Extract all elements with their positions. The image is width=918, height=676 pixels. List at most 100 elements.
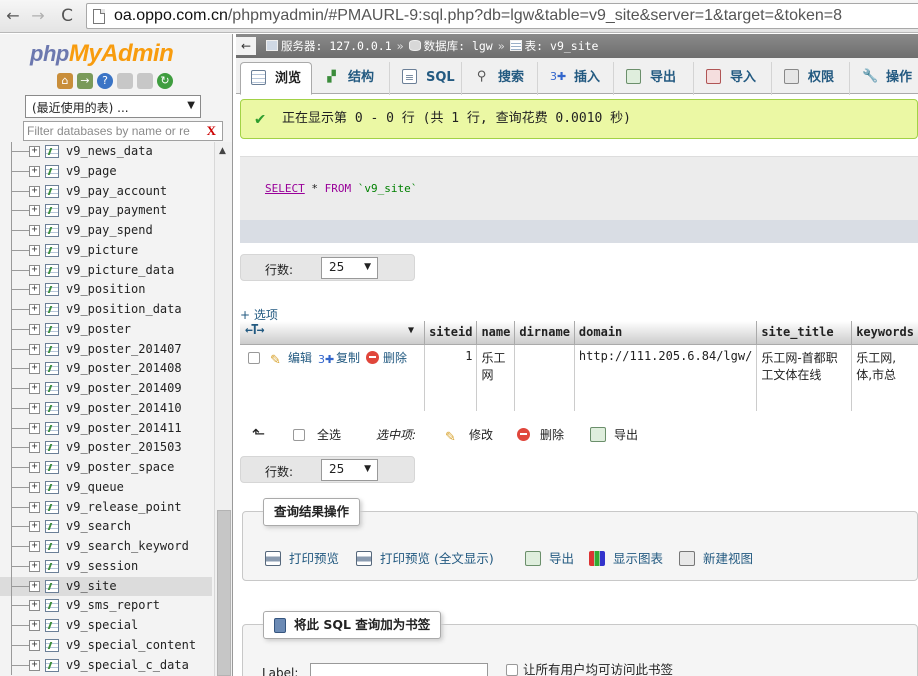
- tab-privileges[interactable]: 权限: [774, 62, 850, 95]
- sort-dropdown-icon[interactable]: ▼: [408, 325, 414, 336]
- expand-icon[interactable]: +: [29, 284, 40, 296]
- expand-icon[interactable]: +: [29, 146, 40, 157]
- table-icon[interactable]: [45, 500, 59, 514]
- check-all[interactable]: 全选: [293, 426, 341, 443]
- sidebar-table-name[interactable]: v9_special_c_data: [66, 658, 189, 672]
- breadcrumb-table[interactable]: 表: v9_site: [525, 39, 599, 53]
- edit-link[interactable]: 编辑: [288, 351, 312, 365]
- expand-icon[interactable]: +: [29, 165, 40, 177]
- sidebar-table-item[interactable]: + v9_poster_201411: [0, 418, 212, 439]
- table-icon[interactable]: [45, 342, 59, 356]
- sidebar-table-name[interactable]: v9_poster_201410: [66, 401, 182, 415]
- expand-icon[interactable]: +: [29, 481, 40, 493]
- cell-domain[interactable]: http://111.205.6.84/lgw/: [574, 344, 758, 411]
- sql-select-keyword[interactable]: SELECT: [265, 182, 305, 195]
- table-icon[interactable]: [45, 401, 59, 415]
- expand-icon[interactable]: +: [29, 185, 40, 197]
- sidebar-table-item[interactable]: + v9_position_data: [0, 300, 212, 320]
- table-icon[interactable]: [45, 204, 59, 218]
- copy-icon[interactable]: 3✚: [318, 353, 334, 367]
- home-icon[interactable]: ⌂: [57, 73, 73, 89]
- help-icon[interactable]: ?: [97, 73, 113, 89]
- sidebar-table-item[interactable]: + v9_poster_space: [0, 458, 212, 478]
- sidebar-table-name[interactable]: v9_search: [66, 519, 131, 533]
- expand-icon[interactable]: +: [29, 659, 40, 671]
- sidebar-table-item[interactable]: + v9_pay_payment: [0, 201, 212, 221]
- table-icon[interactable]: [45, 461, 59, 474]
- sidebar-table-name[interactable]: v9_sms_report: [66, 598, 160, 612]
- cell-name[interactable]: 乐工网: [476, 344, 516, 411]
- back-button[interactable]: ←: [2, 6, 24, 26]
- expand-icon[interactable]: +: [29, 639, 40, 651]
- expand-icon[interactable]: +: [29, 323, 40, 335]
- sidebar-table-name[interactable]: v9_poster_space: [66, 460, 174, 474]
- forward-button[interactable]: →: [27, 6, 49, 26]
- sidebar-table-item[interactable]: + v9_position: [0, 280, 212, 300]
- tab-browse[interactable]: 浏览: [240, 62, 312, 95]
- rows-select[interactable]: 25 ▼: [321, 459, 378, 481]
- table-icon[interactable]: [45, 322, 59, 336]
- table-icon[interactable]: [45, 638, 59, 652]
- sidebar-table-name[interactable]: v9_release_point: [66, 500, 182, 514]
- column-keywords[interactable]: keywords: [851, 321, 918, 345]
- table-icon[interactable]: [45, 480, 59, 494]
- table-icon[interactable]: [45, 599, 59, 613]
- table-icon[interactable]: [45, 243, 59, 257]
- expand-icon[interactable]: +: [29, 521, 40, 533]
- delete-link[interactable]: 删除: [383, 351, 407, 365]
- phpmyadmin-logo[interactable]: phpMyAdmin: [30, 40, 174, 68]
- sidebar-table-item[interactable]: + v9_poster_201407: [0, 339, 212, 360]
- table-icon[interactable]: [45, 362, 59, 376]
- sidebar-table-name[interactable]: v9_poster_201503: [66, 440, 182, 454]
- row-checkbox[interactable]: [248, 351, 260, 364]
- column-dirname[interactable]: dirname: [514, 321, 575, 345]
- sidebar-table-item[interactable]: + v9_sms_report: [0, 596, 212, 616]
- sidebar-table-item[interactable]: + v9_pay_account: [0, 181, 212, 202]
- scroll-thumb[interactable]: [217, 510, 231, 676]
- sidebar-table-name[interactable]: v9_special_content: [66, 638, 196, 652]
- table-icon[interactable]: [45, 283, 59, 297]
- sidebar-table-name[interactable]: v9_position_data: [66, 302, 182, 316]
- sidebar-table-name[interactable]: v9_position: [66, 282, 145, 296]
- sidebar-table-name[interactable]: v9_session: [66, 559, 138, 573]
- tab-search[interactable]: ⚲ 搜索: [464, 62, 538, 95]
- column-domain[interactable]: domain: [574, 321, 758, 345]
- clear-filter-icon[interactable]: X: [207, 123, 216, 139]
- scroll-up-icon[interactable]: ▲: [219, 146, 226, 156]
- table-icon[interactable]: [45, 145, 59, 158]
- copy-link[interactable]: 复制: [336, 351, 360, 365]
- address-bar[interactable]: oa.oppo.com.cn/phpmyadmin/#PMAURL-9:sql.…: [86, 3, 918, 29]
- logout-icon[interactable]: →: [77, 73, 93, 89]
- column-siteid[interactable]: siteid: [424, 321, 478, 345]
- table-icon[interactable]: [45, 520, 59, 534]
- pencil-icon[interactable]: ✎: [270, 353, 284, 368]
- sidebar-table-item[interactable]: + v9_special_c_data: [0, 655, 212, 676]
- sidebar-table-item[interactable]: + v9_picture_data: [0, 260, 212, 281]
- table-icon[interactable]: [45, 164, 59, 178]
- sidebar-table-item[interactable]: + v9_pay_spend: [0, 221, 212, 241]
- export-link[interactable]: 导出: [525, 548, 574, 567]
- print-view-full-link[interactable]: 打印预览 (全文显示): [356, 548, 494, 567]
- sidebar-table-name[interactable]: v9_poster_201407: [66, 342, 182, 356]
- expand-icon[interactable]: +: [29, 244, 40, 256]
- expand-icon[interactable]: +: [29, 620, 40, 631]
- reload-button[interactable]: C: [56, 6, 78, 26]
- sidebar-table-name[interactable]: v9_picture: [66, 243, 138, 257]
- table-icon[interactable]: [45, 184, 59, 198]
- rows-select[interactable]: 25 ▼: [321, 257, 378, 279]
- database-filter-input[interactable]: [24, 122, 202, 140]
- sidebar-table-item[interactable]: + v9_poster_201503: [0, 438, 212, 458]
- docs-icon[interactable]: [117, 73, 133, 89]
- expand-icon[interactable]: +: [29, 402, 40, 414]
- expand-icon[interactable]: +: [29, 501, 40, 513]
- sidebar-table-name[interactable]: v9_news_data: [66, 144, 153, 158]
- sidebar-table-name[interactable]: v9_page: [66, 164, 117, 178]
- column-site-title[interactable]: site_title: [756, 321, 853, 345]
- check-all-label[interactable]: 全选: [317, 428, 341, 442]
- table-icon[interactable]: [45, 559, 59, 573]
- collapse-panel-button[interactable]: ←: [236, 37, 256, 55]
- sidebar-table-item[interactable]: + v9_search_keyword: [0, 537, 212, 557]
- sidebar-table-item[interactable]: + v9_release_point: [0, 497, 212, 518]
- sidebar-table-name[interactable]: v9_poster_201408: [66, 361, 182, 375]
- sidebar-table-item[interactable]: + v9_session: [0, 556, 212, 577]
